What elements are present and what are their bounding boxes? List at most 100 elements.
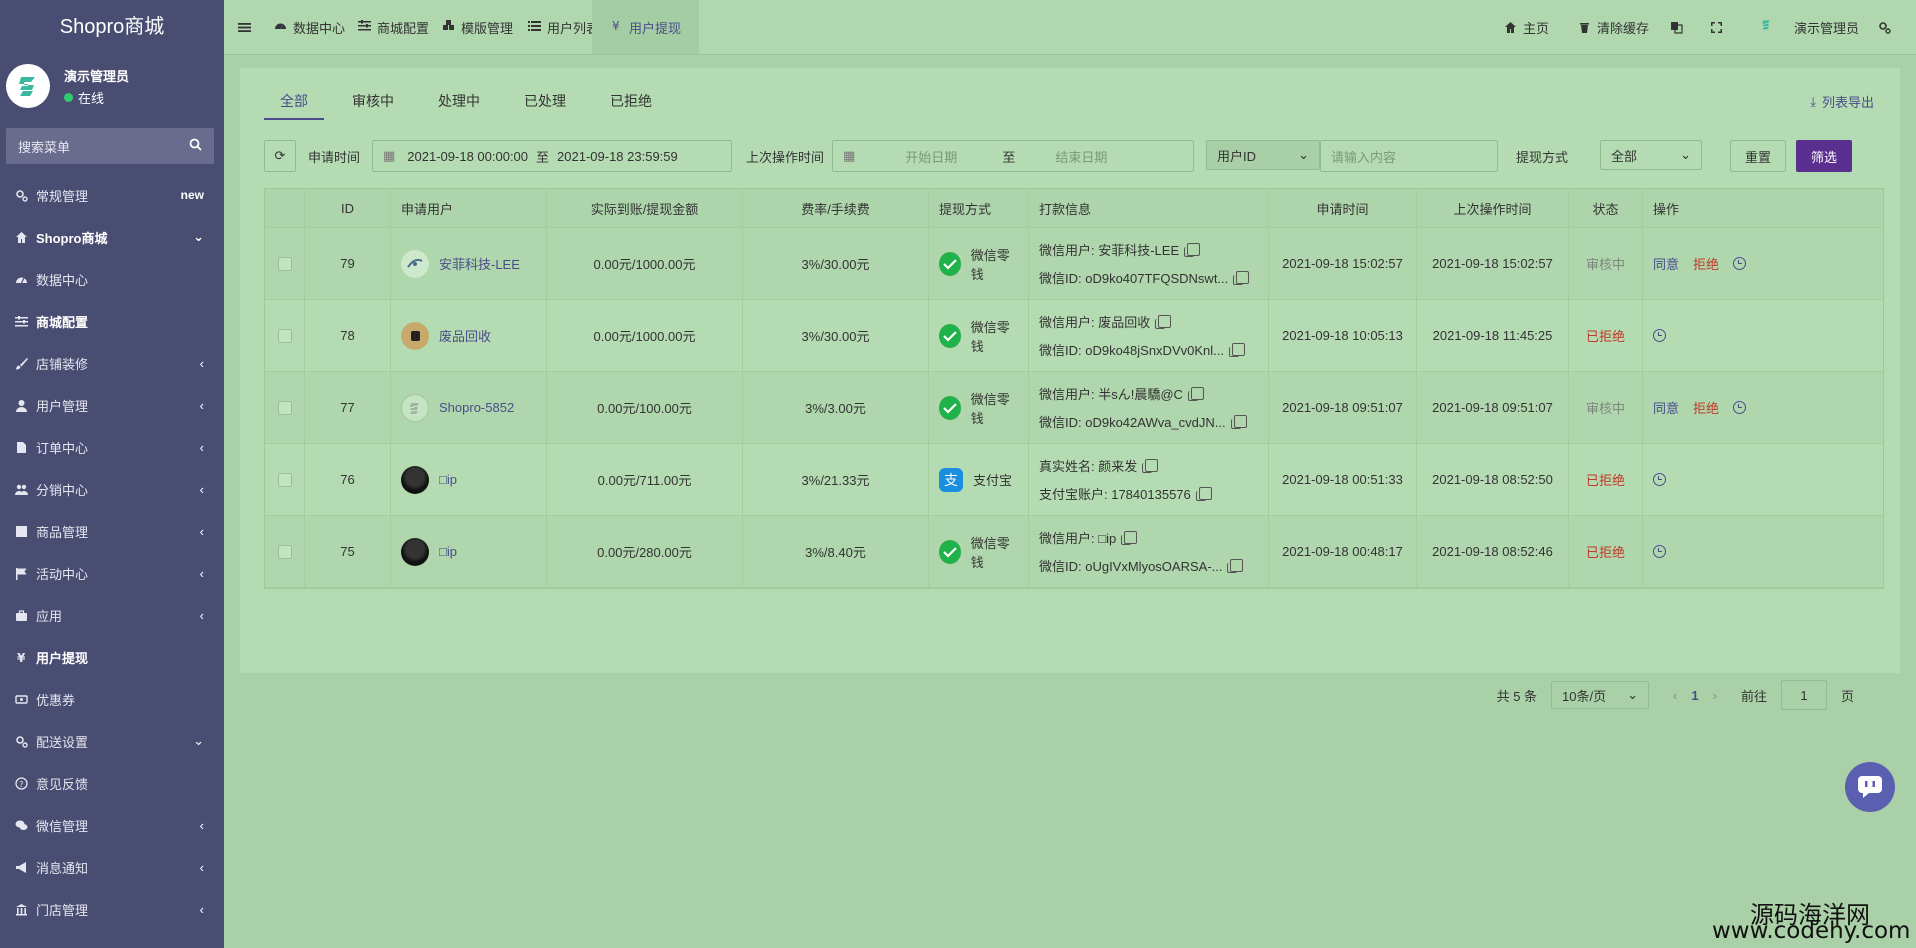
history-clock-icon[interactable]	[1733, 257, 1747, 270]
top-navbar: 数据中心 商城配置 模版管理 用户列表 ¥ 用户提现 主页 清除缓存 演示管理员	[224, 0, 1916, 55]
status-tab[interactable]: 审核中	[336, 84, 410, 118]
history-clock-icon[interactable]	[1653, 545, 1666, 558]
status-tab[interactable]: 已拒绝	[594, 84, 668, 118]
history-clock-icon[interactable]	[1653, 329, 1666, 342]
status-tab[interactable]: 处理中	[422, 84, 496, 118]
reset-button[interactable]: 重置	[1730, 140, 1786, 172]
sidebar-item[interactable]: 消息通知 ‹	[0, 846, 224, 888]
user-field-select[interactable]: 用户ID ⌄	[1206, 140, 1320, 170]
sidebar-item[interactable]: 数据中心	[0, 258, 224, 300]
sidebar-item[interactable]: 订单中心 ‹	[0, 426, 224, 468]
status-badge: 已拒绝	[1569, 300, 1643, 371]
brand-title[interactable]: Shopro商城	[0, 0, 224, 54]
refuse-link[interactable]: 拒绝	[1693, 398, 1719, 417]
topbar-action[interactable]: 清除缓存	[1578, 0, 1649, 54]
row-checkbox[interactable]	[277, 472, 292, 487]
method-value: 全部	[1611, 148, 1638, 164]
sidebar-item[interactable]: ¥ 用户提现	[0, 636, 224, 678]
sidebar-item[interactable]: 优惠券	[0, 678, 224, 720]
user-name-link[interactable]: 废品回收	[439, 326, 491, 345]
last-op-range[interactable]: ▦ 开始日期 至 结束日期	[832, 140, 1194, 172]
topbar-action[interactable]: 主页	[1504, 0, 1549, 54]
row-checkbox[interactable]	[277, 328, 292, 343]
user-name-link[interactable]: □ip	[439, 544, 457, 559]
user-search-input[interactable]: 请输入内容	[1320, 140, 1498, 172]
chat-float-button[interactable]	[1845, 762, 1895, 812]
next-page-icon[interactable]: ›	[1713, 688, 1717, 703]
topbar-action[interactable]: 演示管理员	[1760, 0, 1859, 54]
copy-icon[interactable]	[1230, 415, 1247, 429]
top-tab-label: 模版管理	[461, 20, 514, 36]
top-tab-label: 商城配置	[377, 20, 430, 36]
export-button[interactable]: ⤓ 列表导出	[1810, 92, 1874, 111]
topbar-action[interactable]	[1670, 0, 1683, 54]
hamburger-icon[interactable]	[238, 0, 251, 54]
top-tab[interactable]: 数据中心	[274, 0, 345, 54]
page-suffix: 页	[1840, 688, 1854, 704]
topbar-action[interactable]	[1878, 0, 1891, 54]
prev-page-icon[interactable]: ‹	[1673, 688, 1677, 703]
agree-link[interactable]: 同意	[1653, 398, 1679, 417]
status-tab[interactable]: 全部	[264, 84, 324, 120]
page-size-select[interactable]: 10条/页 ⌄	[1551, 681, 1650, 709]
topbar-action[interactable]	[1710, 0, 1723, 54]
row-checkbox[interactable]	[277, 256, 292, 271]
copy-icon[interactable]	[1121, 531, 1138, 545]
copy-icon[interactable]	[1233, 271, 1250, 285]
sidebar-item[interactable]: 应用 ‹	[0, 594, 224, 636]
sidebar-item[interactable]: 常规管理 new	[0, 174, 224, 216]
copy-icon[interactable]	[1187, 387, 1204, 401]
copy-icon[interactable]	[1184, 243, 1201, 257]
history-clock-icon[interactable]	[1733, 401, 1747, 414]
logo-icon	[1760, 18, 1778, 36]
refresh-button[interactable]: ⟳	[264, 140, 296, 172]
sidebar-item[interactable]: 活动中心 ‹	[0, 552, 224, 594]
sidebar-item[interactable]: 用户管理 ‹	[0, 384, 224, 426]
sidebar-item[interactable]: ? 意见反馈	[0, 762, 224, 804]
sidebar-item[interactable]: 配送设置 ⌄	[0, 720, 224, 762]
sidebar-item[interactable]: 商城配置	[0, 300, 224, 342]
copy-icon[interactable]	[1228, 343, 1245, 357]
admin-name: 演示管理员	[64, 69, 130, 84]
top-tab[interactable]: ¥ 用户提现	[592, 0, 700, 54]
row-checkbox[interactable]	[277, 400, 292, 415]
user-name-link[interactable]: Shopro-5852	[439, 400, 514, 415]
status-tab[interactable]: 已处理	[508, 84, 582, 118]
sidebar-item[interactable]: 微信管理 ‹	[0, 804, 224, 846]
top-tab[interactable]: 用户列表	[528, 0, 599, 54]
top-tab[interactable]: 商城配置	[358, 0, 429, 54]
user-name-link[interactable]: 安菲科技-LEE	[439, 254, 520, 273]
user-name-link[interactable]: □ip	[439, 472, 457, 487]
filter-button[interactable]: 筛选	[1796, 140, 1852, 172]
copy-icon[interactable]	[1142, 459, 1159, 473]
history-clock-icon[interactable]	[1653, 473, 1666, 486]
apply-time-range[interactable]: ▦ 2021-09-18 00:00:00 至 2021-09-18 23:59…	[372, 140, 732, 172]
table-row: 78 废品回收 0.00元/1000.00元 3%/30.00元 微信零钱 微信用户: 废…	[265, 300, 1883, 372]
copy-icon[interactable]	[1227, 559, 1244, 573]
method-select[interactable]: 全部 ⌄	[1600, 140, 1702, 170]
main-card: 全部 审核中 处理中 已处理 已拒绝 ⤓ 列表导出 ⟳ 申请时间 ▦ 2021-09-1…	[240, 68, 1900, 710]
sidebar-item[interactable]: Shopro商城 ⌄	[0, 216, 224, 258]
copy-icon[interactable]	[1195, 487, 1212, 501]
goto-input[interactable]: 1	[1780, 680, 1827, 710]
agree-link[interactable]: 同意	[1653, 254, 1679, 273]
payment-info: 微信用户: 半sん!晨驕@C 微信ID: oD9ko42AWva_cvdJN...	[1039, 384, 1247, 431]
sidebar-item[interactable]: 商品管理 ‹	[0, 510, 224, 552]
page-number[interactable]: 1	[1691, 688, 1698, 703]
avatar[interactable]	[6, 64, 50, 108]
column-header: 操作	[1653, 201, 1680, 217]
sidebar-item[interactable]: 门店管理 ‹	[0, 888, 224, 930]
search-icon[interactable]	[189, 138, 202, 154]
fee: 3%/30.00元	[743, 228, 929, 299]
refuse-link[interactable]: 拒绝	[1693, 254, 1719, 273]
copy-icon[interactable]	[1155, 315, 1172, 329]
sidebar-item[interactable]: 店铺装修 ‹	[0, 342, 224, 384]
row-checkbox[interactable]	[277, 544, 292, 559]
chevron-left-icon: ‹	[199, 859, 204, 875]
chevron-left-icon: ‹	[199, 355, 204, 371]
dashboard-icon	[274, 19, 287, 35]
sidebar-item[interactable]: 分销中心 ‹	[0, 468, 224, 510]
table-header: ID 申请用户 实际到账/提现金额 费率/手续费 提现方式 打款信息 申请时间 上次操作时间状…	[265, 189, 1883, 228]
menu-search-input[interactable]	[6, 128, 180, 166]
top-tab[interactable]: 模版管理	[442, 0, 513, 54]
